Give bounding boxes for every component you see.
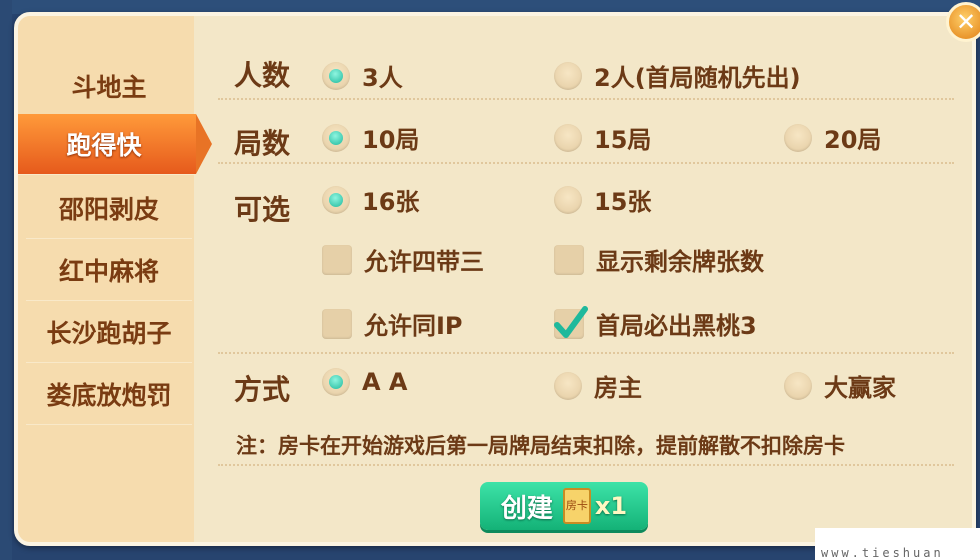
radio-selected-icon	[322, 185, 350, 214]
payment-option-owner[interactable]: 房主	[554, 368, 642, 403]
option-text: 允许同IP	[364, 312, 463, 340]
option-text: 允许四带三	[364, 248, 484, 276]
radio-icon	[784, 371, 812, 400]
sidebar-item-label: 跑得快	[66, 131, 142, 160]
players-label: 人数	[234, 59, 291, 92]
rounds-label: 局数	[234, 127, 291, 160]
sidebar-item-loudi-fangpaofa[interactable]: 娄底放炮罚	[26, 364, 192, 425]
sidebar-item-label: 娄底放炮罚	[46, 381, 172, 410]
option-text: 显示剩余牌张数	[596, 248, 764, 276]
radio-icon	[554, 123, 582, 152]
option-text: 15张	[594, 188, 652, 216]
background-left	[0, 0, 12, 560]
divider	[218, 98, 954, 100]
radio-selected-icon	[322, 61, 350, 90]
radio-icon	[554, 185, 582, 214]
radio-selected-icon	[322, 368, 350, 396]
radio-icon	[554, 61, 582, 90]
checkbox-icon	[554, 244, 584, 275]
payment-option-winner[interactable]: 大赢家	[784, 368, 896, 403]
players-option-3[interactable]: 3人	[322, 58, 403, 93]
room-card-icon: 房卡	[562, 488, 591, 524]
sidebar-item-label: 邵阳剥皮	[58, 195, 159, 224]
divider	[218, 162, 954, 164]
option-text: 房主	[594, 374, 642, 402]
option-text: 2人(首局随机先出)	[594, 64, 801, 92]
rounds-option-20[interactable]: 20局	[784, 120, 881, 155]
room-card-note: 注：房卡在开始游戏后第一局牌局结束扣除，提前解散不扣除房卡	[236, 434, 845, 458]
checkbox-show-remaining-cards[interactable]: 显示剩余牌张数	[554, 242, 764, 277]
room-card-count: x1	[594, 492, 628, 520]
radio-icon	[784, 123, 812, 152]
sidebar-item-changsha-paohuzi[interactable]: 长沙跑胡子	[26, 302, 192, 363]
game-sidebar: 斗地主 跑得快 邵阳剥皮 红中麻将 长沙跑胡子 娄底放炮罚	[18, 16, 212, 542]
payment-option-aa[interactable]: A A	[322, 368, 408, 396]
checkbox-icon	[322, 244, 352, 275]
sidebar-item-paodekuai[interactable]: 跑得快	[18, 114, 212, 175]
close-button[interactable]: ✕	[946, 2, 980, 42]
sidebar-item-shaoyang-bopi[interactable]: 邵阳剥皮	[26, 178, 192, 239]
rounds-option-10[interactable]: 10局	[322, 120, 419, 155]
sidebar-item-label: 红中麻将	[58, 257, 159, 286]
option-text: 20局	[824, 126, 882, 154]
optional-label: 可选	[234, 193, 291, 226]
option-text: A A	[362, 368, 408, 396]
sidebar-item-label: 斗地主	[71, 73, 147, 102]
option-text: 首局必出黑桃3	[596, 312, 757, 340]
players-option-2[interactable]: 2人(首局随机先出)	[554, 58, 801, 93]
sidebar-item-doudizhu[interactable]: 斗地主	[26, 56, 192, 117]
rounds-option-15[interactable]: 15局	[554, 120, 651, 155]
checkbox-first-round-spade-3[interactable]: 首局必出黑桃3	[554, 305, 757, 341]
radio-selected-icon	[322, 123, 350, 152]
sidebar-item-hongzhong-majiang[interactable]: 红中麻将	[26, 240, 192, 301]
checkbox-allow-same-ip[interactable]: 允许同IP	[322, 306, 463, 341]
option-text: 16张	[362, 188, 420, 216]
sidebar-item-label: 长沙跑胡子	[46, 319, 172, 348]
close-icon: ✕	[955, 8, 977, 36]
option-text: 大赢家	[824, 374, 896, 402]
checkbox-icon	[322, 308, 352, 339]
radio-icon	[554, 371, 582, 400]
divider	[218, 464, 954, 466]
option-text: 3人	[362, 64, 403, 92]
cards-option-15[interactable]: 15张	[554, 182, 651, 217]
checkbox-checked-icon	[554, 305, 588, 339]
divider	[218, 352, 954, 354]
option-text: 10局	[362, 126, 420, 154]
checkbox-allow-four-with-three[interactable]: 允许四带三	[322, 242, 484, 277]
option-text: 15局	[594, 126, 652, 154]
create-room-panel: 斗地主 跑得快 邵阳剥皮 红中麻将 长沙跑胡子 娄底放炮罚 人数 3人 2人(首…	[14, 12, 976, 546]
create-button-label: 创建	[500, 493, 553, 524]
cards-option-16[interactable]: 16张	[322, 182, 419, 217]
payment-label: 方式	[234, 373, 291, 406]
watermark: www.tieshuan	[815, 528, 980, 560]
create-room-button[interactable]: 创建 房卡 x1	[480, 482, 648, 530]
